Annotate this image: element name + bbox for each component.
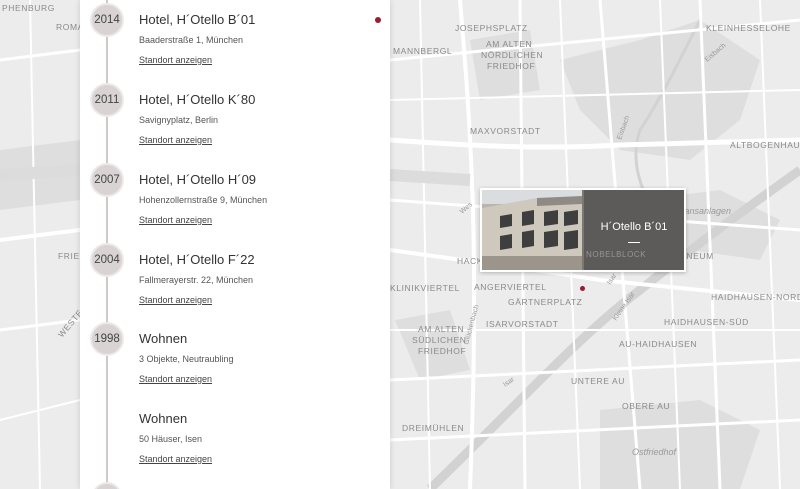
popup-divider <box>628 242 640 243</box>
popup-image-area: H´Otello B´01 NOBELBLOCK <box>482 190 684 270</box>
district-alter-nord-3: FRIEDHOF <box>487 61 535 71</box>
district-angerviertel: ANGERVIERTEL <box>474 282 547 292</box>
district-josephsplatz: JOSEPHSPLATZ <box>455 23 528 33</box>
district-haidhausen-nord: HAIDHAUSEN-NORD <box>711 292 800 302</box>
location-marker[interactable] <box>580 286 585 291</box>
timeline-entry: 2007 Hotel, H´Otello H´09 Hohenzollernst… <box>80 160 390 240</box>
timeline-entry: 2004 Hotel, H´Otello F´22 Fallmerayerstr… <box>80 240 390 320</box>
entry-title: Wohnen <box>139 331 188 346</box>
district-obere-au: OBERE AU <box>622 401 670 411</box>
location-popup[interactable]: H´Otello B´01 NOBELBLOCK <box>480 188 686 272</box>
entry-address: Savignyplatz, Berlin <box>139 115 219 125</box>
active-indicator <box>375 17 381 23</box>
district-alter-sued-2: SÜDLICHEN <box>412 335 467 345</box>
district-alter-nord-1: AM ALTEN <box>486 39 532 49</box>
district-klinikviertel: KLINIKVIERTEL <box>390 283 460 293</box>
show-location-link[interactable]: Standort anzeigen <box>139 295 212 305</box>
entry-address: Fallmerayerstr. 22, München <box>139 275 254 285</box>
show-location-link[interactable]: Standort anzeigen <box>139 454 212 464</box>
district-haidhausen-sued: HAIDHAUSEN-SÜD <box>664 317 749 327</box>
entry-title: Hotel, H´Otello B´01 <box>139 12 256 27</box>
timeline-entry: 2011 Hotel, H´Otello K´80 Savignyplatz, … <box>80 80 390 160</box>
year-badge: 2014 <box>90 3 124 37</box>
entry-title: Hotel, H´Otello F´22 <box>139 252 255 267</box>
entry-title: Hotel, H´Otello H´09 <box>139 172 257 187</box>
entry-address: 50 Häuser, Isen <box>139 434 203 444</box>
timeline-entry: 2014 Hotel, H´Otello B´01 Baaderstraße 1… <box>80 0 390 80</box>
entry-address: Baaderstraße 1, München <box>139 35 244 45</box>
show-location-link[interactable]: Standort anzeigen <box>139 215 212 225</box>
show-location-link[interactable]: Standort anzeigen <box>139 374 212 384</box>
park-ostfriedhof: Ostfriedhof <box>632 447 678 457</box>
district-kleinhesselohe: KLEINHESSELOHE <box>706 23 791 33</box>
entry-title: Hotel, H´Otello K´80 <box>139 92 256 107</box>
entry-address: Hohenzollernstraße 9, München <box>139 195 268 205</box>
district-dreimuehlen: DREIMÜHLEN <box>402 423 464 433</box>
year-badge: 1998 <box>90 322 124 356</box>
district-isarvorstadt: ISARVORSTADT <box>486 319 559 329</box>
district-nymphenburg: PHENBURG <box>2 3 55 13</box>
district-altbogenhausen: ALTBOGENHAUSEN <box>730 140 800 150</box>
timeline-entry: Wohnen 50 Häuser, Isen Standort anzeigen <box>80 399 390 479</box>
year-badge: 2011 <box>90 83 124 117</box>
district-alter-sued-3: FRIEDHOF <box>418 346 466 356</box>
popup-ghost-text: NOBELBLOCK <box>586 250 647 259</box>
district-au-haidhausen: AU-HAIDHAUSEN <box>619 339 697 349</box>
show-location-link[interactable]: Standort anzeigen <box>139 55 212 65</box>
show-location-link[interactable]: Standort anzeigen <box>139 135 212 145</box>
entry-title: Wohnen <box>139 411 188 426</box>
district-alter-sued-1: AM ALTEN <box>418 324 464 334</box>
entry-address: 3 Objekte, Neutraubling <box>139 354 234 364</box>
district-mannbergl: MANNBERGL <box>393 46 452 56</box>
year-badge: 2004 <box>90 243 124 277</box>
year-badge: 2007 <box>90 163 124 197</box>
district-maxvorstadt: MAXVORSTADT <box>470 126 541 136</box>
district-untere-au: UNTERE AU <box>571 376 625 386</box>
district-gaertnerplatz: GÄRTNERPLATZ <box>508 297 582 307</box>
district-alter-nord-2: NÖRDLICHEN <box>481 50 543 60</box>
timeline-panel[interactable]: 2014 Hotel, H´Otello B´01 Baaderstraße 1… <box>80 0 390 489</box>
popup-title: H´Otello B´01 <box>600 221 668 233</box>
timeline-entry: 1998 Wohnen 3 Objekte, Neutraubling Stan… <box>80 319 390 399</box>
year-badge-partial <box>92 482 122 489</box>
